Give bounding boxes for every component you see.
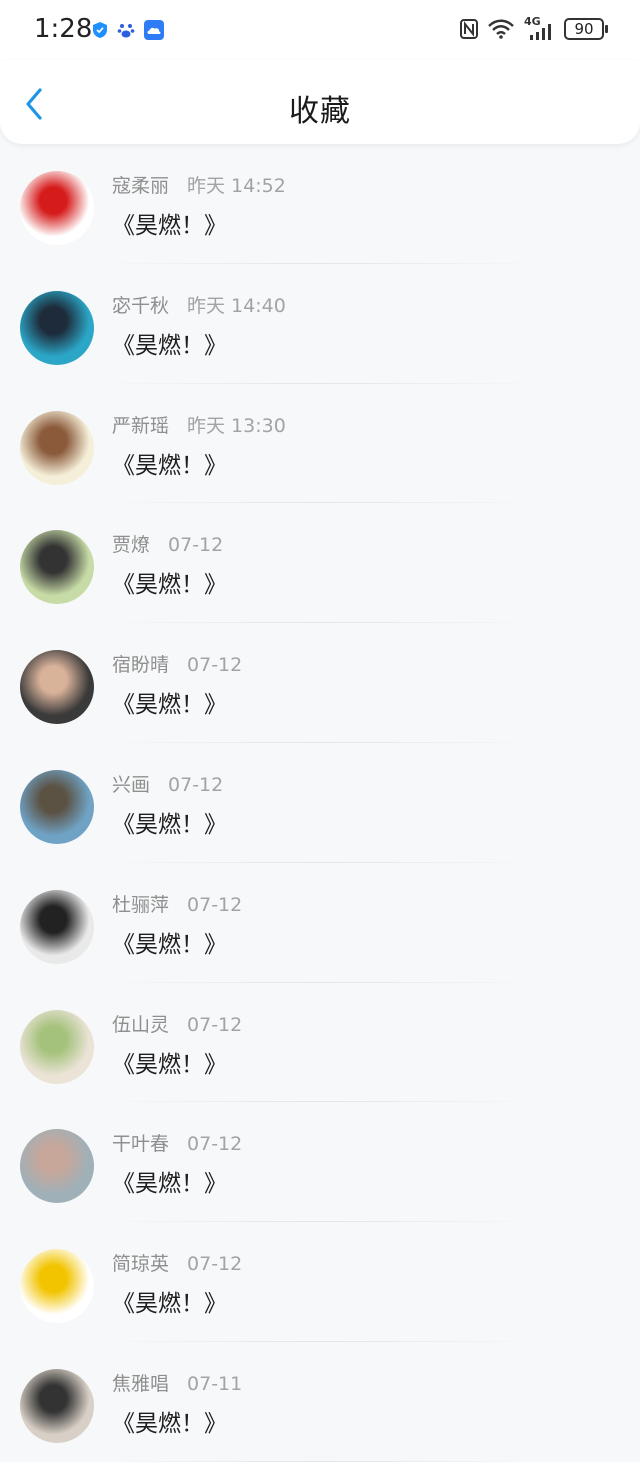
item-meta: 伍山灵 07-12: [112, 1010, 242, 1037]
list-item[interactable]: 寇柔丽 昨天 14:52 《昊燃！》: [0, 144, 640, 264]
item-title: 《昊燃！》: [112, 692, 227, 719]
author-name: 严新瑶: [112, 414, 170, 437]
shield-icon: [93, 22, 107, 38]
page-title: 收藏: [289, 94, 351, 129]
list-item[interactable]: 伍山灵 07-12 《昊燃！》: [0, 983, 640, 1103]
avatar[interactable]: [20, 769, 94, 844]
item-title: 《昊燃！》: [112, 332, 227, 359]
item-title: 《昊燃！》: [112, 811, 227, 838]
author-name: 干叶春: [112, 1133, 170, 1156]
avatar[interactable]: [20, 650, 94, 725]
item-title: 《昊燃！》: [112, 1051, 227, 1078]
item-timestamp: 昨天 14:52: [187, 175, 286, 197]
status-bar: 1:28 4G 90: [0, 0, 640, 60]
wifi-icon: [488, 19, 514, 39]
item-timestamp: 07-12: [187, 1253, 243, 1276]
avatar[interactable]: [20, 1249, 94, 1324]
avatar[interactable]: [20, 171, 94, 245]
author-name: 寇柔丽: [112, 175, 170, 197]
avatar[interactable]: [20, 1009, 94, 1084]
item-timestamp: 07-12: [168, 534, 224, 557]
avatar[interactable]: [20, 290, 94, 365]
list-item[interactable]: 严新瑶 昨天 13:30 《昊燃！》: [0, 384, 640, 504]
author-name: 宓千秋: [112, 294, 170, 317]
favorites-list: 寇柔丽 昨天 14:52 《昊燃！》 宓千秋 昨天 14:40 《昊燃！》 严新瑶 昨天 13…: [0, 144, 640, 1462]
item-meta: 贾燎 07-12: [112, 530, 223, 557]
item-meta: 杜骊萍 07-12: [112, 890, 242, 917]
item-title: 《昊燃！》: [112, 572, 227, 599]
item-timestamp: 07-12: [187, 1013, 243, 1036]
list-item[interactable]: 焦雅唱 07-11 《昊燃！》: [0, 1342, 640, 1462]
author-name: 伍山灵: [112, 1013, 170, 1036]
list-item[interactable]: 贾燎 07-12 《昊燃！》: [0, 503, 640, 624]
list-item[interactable]: 兴画 07-12 《昊燃！》: [0, 743, 640, 863]
baidu-app-icon: [116, 20, 136, 40]
item-meta: 宓千秋 昨天 14:40: [112, 291, 286, 318]
item-title: 《昊燃！》: [112, 931, 227, 958]
avatar[interactable]: [20, 889, 94, 964]
list-item[interactable]: 宓千秋 昨天 14:40 《昊燃！》: [0, 264, 640, 384]
nfc-icon: [460, 19, 478, 39]
author-name: 兴画: [112, 773, 151, 796]
item-timestamp: 07-12: [187, 1133, 243, 1156]
item-meta: 焦雅唱 07-11: [112, 1369, 242, 1396]
status-system-icons: 4G 90: [460, 15, 608, 40]
avatar[interactable]: [20, 1368, 94, 1443]
avatar[interactable]: [20, 410, 94, 485]
author-name: 杜骊萍: [112, 893, 170, 916]
item-timestamp: 07-11: [187, 1372, 243, 1395]
item-timestamp: 昨天 13:30: [187, 414, 286, 437]
item-meta: 简琼英 07-12: [112, 1249, 242, 1276]
battery-indicator: 90: [564, 18, 608, 40]
item-timestamp: 07-12: [168, 773, 224, 796]
item-meta: 干叶春 07-12: [112, 1129, 242, 1156]
author-name: 简琼英: [112, 1253, 170, 1276]
item-timestamp: 07-12: [187, 893, 243, 916]
item-title: 《昊燃！》: [112, 452, 227, 479]
list-item[interactable]: 简琼英 07-12 《昊燃！》: [0, 1222, 640, 1342]
avatar[interactable]: [20, 1129, 94, 1204]
item-meta: 严新瑶 昨天 13:30: [112, 411, 286, 438]
author-name: 贾燎: [112, 534, 151, 557]
item-meta: 兴画 07-12: [112, 770, 223, 797]
item-timestamp: 昨天 14:40: [187, 294, 286, 317]
item-title: 《昊燃！》: [112, 1171, 227, 1198]
navigation-bar: 收藏: [0, 60, 640, 144]
status-time: 1:28: [34, 14, 93, 44]
list-item[interactable]: 干叶春 07-12 《昊燃！》: [0, 1102, 640, 1223]
item-title: 《昊燃！》: [112, 1291, 227, 1318]
author-name: 宿盼晴: [112, 654, 170, 677]
item-title: 《昊燃！》: [112, 1410, 227, 1437]
author-name: 焦雅唱: [112, 1372, 170, 1395]
status-notification-icons: [92, 20, 164, 40]
avatar[interactable]: [20, 530, 94, 605]
cloud-app-icon: [144, 20, 164, 40]
item-title: 《昊燃！》: [112, 213, 227, 239]
list-item[interactable]: 宿盼晴 07-12 《昊燃！》: [0, 623, 640, 743]
cellular-signal-icon: 4G: [524, 15, 554, 40]
item-meta: 寇柔丽 昨天 14:52: [112, 171, 286, 198]
list-item[interactable]: 杜骊萍 07-12 《昊燃！》: [0, 863, 640, 983]
item-timestamp: 07-12: [187, 654, 243, 677]
item-meta: 宿盼晴 07-12: [112, 650, 242, 677]
